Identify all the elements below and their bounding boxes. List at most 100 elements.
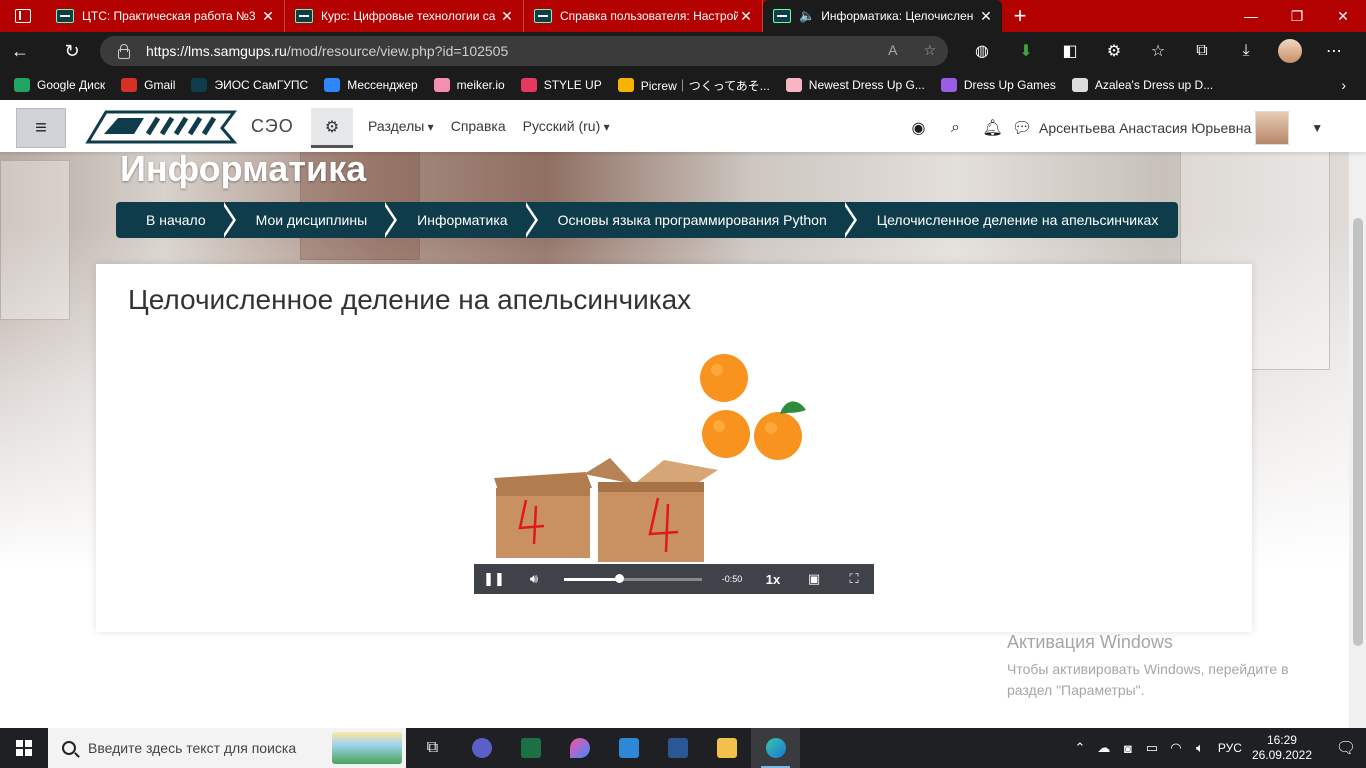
tab-1[interactable]: ЦТС: Практическая работа №3 ✕ xyxy=(46,0,285,32)
bookmark-newest-dress-up[interactable]: Newest Dress Up G... xyxy=(785,78,925,92)
url-field[interactable]: https://lms.samgups.ru /mod/resource/vie… xyxy=(100,36,948,66)
hamburger-menu-button[interactable]: ≡ xyxy=(16,108,66,148)
menu-help[interactable]: Справка xyxy=(451,118,506,134)
battery-icon[interactable]: ▭ xyxy=(1140,740,1164,756)
task-view-icon[interactable]: ⧉ xyxy=(408,728,457,768)
profile-avatar[interactable] xyxy=(1278,39,1302,63)
start-button[interactable] xyxy=(0,728,48,768)
tab-close-icon[interactable]: ✕ xyxy=(260,8,276,25)
breadcrumb-my-courses[interactable]: Мои дисциплины xyxy=(226,202,397,238)
bookmark-label: ЭИОС СамГУПС xyxy=(214,78,309,92)
input-language[interactable]: РУС xyxy=(1218,741,1242,755)
minimize-icon[interactable]: — xyxy=(1228,0,1274,32)
video-progress-bar[interactable] xyxy=(564,573,702,583)
taskbar-search-box[interactable]: Введите здесь текст для поиска xyxy=(48,728,406,768)
new-tab-button[interactable]: + xyxy=(1002,0,1038,32)
tab-title: Информатика: Целочислен xyxy=(821,9,974,23)
taskbar-clock[interactable]: 16:29 26.09.2022 xyxy=(1252,733,1312,763)
bookmark-dress-up-games[interactable]: Dress Up Games xyxy=(940,78,1056,92)
read-aloud-icon[interactable]: A xyxy=(888,42,897,59)
favorites-icon[interactable]: ☆ xyxy=(1136,41,1180,61)
page-title: Целочисленное деление на апельсинчиках xyxy=(128,284,692,315)
accessibility-eye-icon[interactable]: ◉ xyxy=(900,118,937,138)
tab-title: Курс: Цифровые технологии са xyxy=(321,9,496,23)
show-hidden-icons-icon[interactable]: ⌃ xyxy=(1068,740,1092,756)
clock-date: 26.09.2022 xyxy=(1251,748,1312,762)
volume-icon[interactable]: 🔊︎ xyxy=(514,571,554,587)
bookmarks-more-icon[interactable]: › xyxy=(1341,77,1346,93)
download-extension-icon[interactable]: ⬇ xyxy=(1004,41,1048,61)
paint-icon[interactable] xyxy=(555,728,604,768)
user-menu-chevron-down-icon[interactable]: ▼ xyxy=(1311,121,1323,135)
page-scrollbar[interactable] xyxy=(1349,100,1366,728)
messenger-icon xyxy=(324,78,341,92)
user-area: ◉ ⌕ 🔔︎ 💬︎ Арсентьева Анастасия Юрьевна ▼ xyxy=(900,110,1323,146)
playback-rate-button[interactable]: 1x xyxy=(752,572,794,587)
more-menu-icon[interactable]: ⋯ xyxy=(1312,41,1356,61)
video-progress-handle[interactable] xyxy=(615,573,625,583)
search-icon[interactable]: ⌕ xyxy=(937,119,974,137)
user-name[interactable]: Арсентьева Анастасия Юрьевна xyxy=(1039,120,1251,136)
bookmark-azalea[interactable]: Azalea's Dress up D... xyxy=(1071,78,1213,92)
menu-sections[interactable]: Разделы xyxy=(368,118,434,134)
notifications-bell-icon[interactable]: 🔔︎ xyxy=(974,118,1011,138)
breadcrumb-current[interactable]: Целочисленное деление на апельсинчиках xyxy=(847,202,1179,238)
url-host: https://lms.samgups.ru xyxy=(146,43,287,59)
downloads-icon[interactable]: ⤓ xyxy=(1224,42,1268,60)
extensions-icon[interactable]: ⚙ xyxy=(1092,41,1136,61)
volume-icon[interactable]: 🔈︎ xyxy=(1188,740,1212,756)
webcam-icon[interactable]: ◙ xyxy=(1116,741,1140,756)
scrollbar-thumb[interactable] xyxy=(1353,218,1363,646)
collections-icon[interactable]: ⧉ xyxy=(1180,42,1224,60)
tab-4-active[interactable]: 🔈 Информатика: Целочислен ✕ xyxy=(763,0,1002,32)
word-icon[interactable] xyxy=(653,728,702,768)
bookmark-eios[interactable]: ЭИОС СамГУПС xyxy=(191,78,308,92)
video-player[interactable]: ❚❚ 🔊︎ -0:50 1x ▣ ⛶ xyxy=(474,348,874,594)
breadcrumb-home[interactable]: В начало xyxy=(116,202,236,238)
picture-viewer-icon[interactable] xyxy=(604,728,653,768)
excel-icon[interactable] xyxy=(506,728,555,768)
tab-close-icon[interactable]: ✕ xyxy=(738,8,754,25)
samgups-logo[interactable] xyxy=(84,108,244,146)
tab-title: Справка пользователя: Настрой xyxy=(560,9,738,23)
notification-center-icon[interactable]: 🗨︎ xyxy=(1326,738,1366,758)
restore-icon[interactable]: ❐ xyxy=(1274,0,1320,32)
bookmark-picrew[interactable]: Picrew｜つくってあそ... xyxy=(617,77,770,94)
tab-2[interactable]: Курс: Цифровые технологии са ✕ xyxy=(285,0,524,32)
bookmark-gmail[interactable]: Gmail xyxy=(121,78,175,92)
bookmark-style-up[interactable]: STYLE UP xyxy=(520,78,602,92)
watermark-line2: раздел "Параметры". xyxy=(1007,682,1145,698)
add-favorite-icon[interactable]: ☆ xyxy=(923,42,936,59)
bookmark-messenger[interactable]: Мессенджер xyxy=(324,78,418,92)
tab-actions-button[interactable] xyxy=(0,0,46,32)
collections-extension-icon[interactable]: ◧ xyxy=(1048,41,1092,61)
edge-browser-icon[interactable] xyxy=(751,728,800,768)
close-window-icon[interactable]: ✕ xyxy=(1320,0,1366,32)
tab-3[interactable]: Справка пользователя: Настрой ✕ xyxy=(524,0,763,32)
teams-icon[interactable] xyxy=(457,728,506,768)
settings-button[interactable]: ⚙ xyxy=(311,108,353,148)
file-explorer-icon[interactable] xyxy=(702,728,751,768)
speaker-icon[interactable]: 🔈 xyxy=(799,8,815,24)
wifi-icon[interactable]: ◠ xyxy=(1164,740,1188,756)
main-menu: Разделы Справка Русский (ru) xyxy=(368,118,610,134)
menu-language[interactable]: Русский (ru) xyxy=(523,118,610,134)
bookmark-google-drive[interactable]: Google Диск xyxy=(14,78,105,92)
tab-close-icon[interactable]: ✕ xyxy=(499,8,515,25)
onedrive-error-icon[interactable]: ☁ xyxy=(1092,740,1116,756)
breadcrumb-section[interactable]: Основы языка программирования Python xyxy=(528,202,857,238)
globe-icon[interactable]: ◍ xyxy=(960,41,1004,61)
user-avatar[interactable] xyxy=(1255,111,1290,145)
back-icon[interactable]: ← xyxy=(0,32,40,70)
content-card: Целочисленное деление на апельсинчиках ❚… xyxy=(96,264,1252,632)
pause-icon[interactable]: ❚❚ xyxy=(474,571,514,587)
breadcrumb-course[interactable]: Информатика xyxy=(387,202,539,238)
picture-in-picture-icon[interactable]: ▣ xyxy=(794,571,834,587)
bookmark-meiker[interactable]: meiker.io xyxy=(433,78,505,92)
refresh-icon[interactable]: ↻ xyxy=(52,32,92,70)
messages-icon[interactable]: 💬︎ xyxy=(1011,118,1033,138)
taskbar-apps: ⧉ xyxy=(408,728,800,768)
picrew-icon xyxy=(617,78,634,92)
fullscreen-icon[interactable]: ⛶ xyxy=(834,571,874,587)
tab-close-icon[interactable]: ✕ xyxy=(978,8,994,25)
